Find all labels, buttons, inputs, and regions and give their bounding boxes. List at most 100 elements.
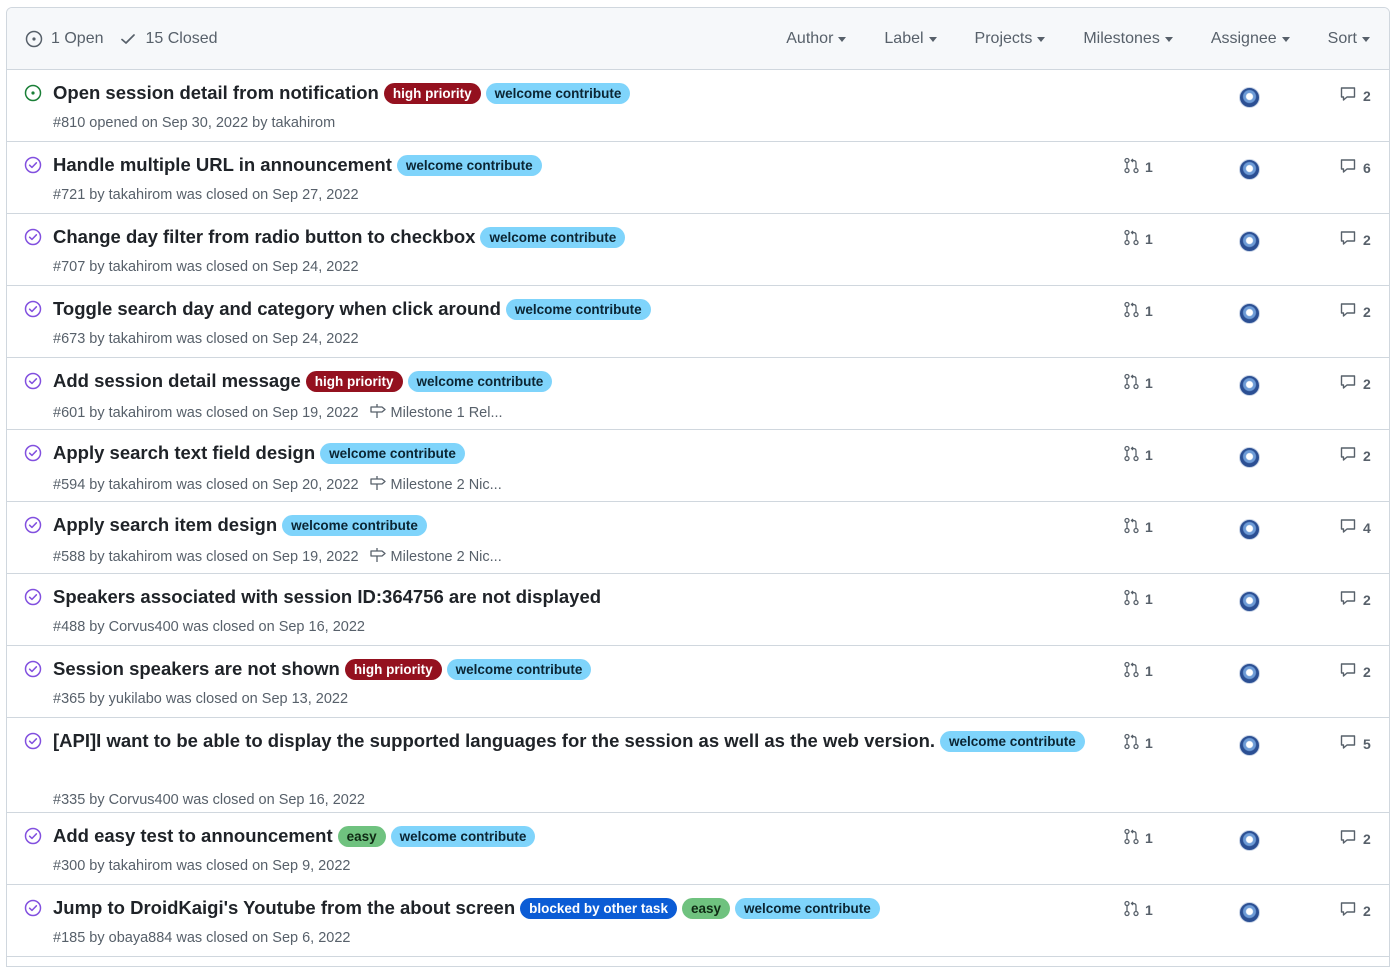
- issue-title-link[interactable]: Apply search item design: [53, 513, 277, 537]
- open-issues-tab[interactable]: 1 Open: [25, 30, 103, 48]
- issue-title-link[interactable]: Toggle search day and category when clic…: [53, 297, 501, 321]
- issue-label[interactable]: welcome contribute: [282, 514, 427, 536]
- linked-pr-count: 1: [1145, 663, 1153, 679]
- issue-closed-icon: [24, 156, 42, 179]
- comments-link[interactable]: 6: [1339, 157, 1371, 178]
- milestone-link[interactable]: Milestone 2 Nic...: [369, 547, 502, 567]
- linked-pr[interactable]: 1: [1123, 229, 1153, 249]
- comments-link[interactable]: 2: [1339, 301, 1371, 322]
- filter-label: Sort: [1327, 29, 1357, 47]
- issue-title-link[interactable]: Apply search text field design: [53, 441, 315, 465]
- issue-label[interactable]: welcome contribute: [446, 658, 592, 680]
- assignee-avatar[interactable]: [1239, 663, 1260, 684]
- assignee-avatar[interactable]: [1239, 303, 1260, 324]
- closed-count-label: 15 Closed: [145, 29, 218, 47]
- caret-down-icon: [838, 37, 847, 42]
- comments-link[interactable]: 2: [1339, 589, 1371, 610]
- milestones-filter[interactable]: Milestones: [1083, 30, 1173, 48]
- pull-request-icon: [1123, 301, 1140, 321]
- issue-meta: #673 by takahirom was closed on Sep 24, …: [53, 331, 359, 347]
- issue-meta-text: #707 by takahirom was closed on Sep 24, …: [53, 259, 359, 275]
- issue-title-line: Jump to DroidKaigi's Youtube from the ab…: [53, 896, 1093, 920]
- issue-title-line: Apply search text field design welcome co…: [53, 441, 1093, 465]
- issue-title-link[interactable]: Open session detail from notification: [53, 81, 379, 105]
- issue-title-link[interactable]: Handle multiple URL in announcement: [53, 153, 392, 177]
- assignee-avatar[interactable]: [1239, 902, 1260, 923]
- comments-link[interactable]: 2: [1339, 661, 1371, 682]
- issue-label[interactable]: welcome contribute: [735, 897, 880, 919]
- issue-label[interactable]: welcome contribute: [320, 442, 465, 464]
- issue-meta: #588 by takahirom was closed on Sep 19, …: [53, 547, 502, 567]
- issue-label[interactable]: welcome contribute: [390, 825, 536, 847]
- assignee-avatar[interactable]: [1239, 231, 1260, 252]
- comments-link[interactable]: 2: [1339, 445, 1371, 466]
- issue-title-line: Handle multiple URL in announcement welco…: [53, 153, 1093, 177]
- projects-filter[interactable]: Projects: [975, 30, 1046, 48]
- issue-title-link[interactable]: Change day filter from radio button to c…: [53, 225, 475, 249]
- comment-icon: [1339, 85, 1357, 106]
- comment-count: 4: [1363, 519, 1371, 536]
- comments-link[interactable]: 2: [1339, 229, 1371, 250]
- issue-label[interactable]: easy: [681, 897, 730, 919]
- milestone-link[interactable]: Milestone 2 Nic...: [369, 475, 502, 495]
- linked-pr[interactable]: 1: [1123, 157, 1153, 177]
- comments-link[interactable]: 2: [1339, 828, 1371, 849]
- comments-link[interactable]: 4: [1339, 517, 1371, 538]
- issue-title-link[interactable]: Session speakers are not shown: [53, 657, 340, 681]
- assignee-avatar[interactable]: [1239, 591, 1260, 612]
- milestone-icon: [369, 547, 387, 567]
- issue-label[interactable]: high priority: [344, 658, 442, 680]
- linked-pr[interactable]: 1: [1123, 373, 1153, 393]
- linked-pr[interactable]: 1: [1123, 589, 1153, 609]
- linked-pr-count: 1: [1145, 591, 1153, 607]
- comments-link[interactable]: 2: [1339, 85, 1371, 106]
- linked-pr[interactable]: 1: [1123, 828, 1153, 848]
- linked-pr[interactable]: 1: [1123, 445, 1153, 465]
- linked-pr[interactable]: 1: [1123, 661, 1153, 681]
- issue-open-icon: [25, 30, 43, 48]
- linked-pr[interactable]: 1: [1123, 517, 1153, 537]
- sort-filter[interactable]: Sort: [1328, 30, 1370, 48]
- issue-meta-text: #365 by yukilabo was closed on Sep 13, 2…: [53, 691, 349, 707]
- issue-label[interactable]: blocked by other task: [520, 897, 677, 919]
- comments-link[interactable]: 2: [1339, 900, 1371, 921]
- linked-pr[interactable]: 1: [1123, 733, 1153, 753]
- issue-meta: #810 opened on Sep 30, 2022 by takahirom: [53, 115, 335, 131]
- assignee-filter[interactable]: Assignee: [1211, 30, 1290, 48]
- issue-label[interactable]: welcome contribute: [480, 226, 626, 248]
- issue-label[interactable]: high priority: [383, 82, 481, 104]
- pull-request-icon: [1123, 445, 1140, 465]
- assignee-avatar[interactable]: [1239, 87, 1260, 108]
- assignee-avatar[interactable]: [1239, 159, 1260, 180]
- assignee-avatar[interactable]: [1239, 375, 1260, 396]
- issue-title-link[interactable]: Add session detail message: [53, 369, 301, 393]
- milestone-link[interactable]: Milestone 1 Rel...: [369, 403, 503, 423]
- issue-label[interactable]: easy: [337, 825, 386, 847]
- issue-title-line: Speakers associated with session ID:3647…: [53, 585, 1093, 609]
- assignee-avatar[interactable]: [1239, 830, 1260, 851]
- issue-row: [API]I want to be able to display the su…: [7, 718, 1389, 813]
- issue-row: Apply search text field design welcome co…: [7, 430, 1389, 502]
- issue-label[interactable]: high priority: [305, 370, 403, 392]
- linked-pr[interactable]: 1: [1123, 900, 1153, 920]
- closed-issues-tab[interactable]: 15 Closed: [119, 29, 218, 48]
- issue-label[interactable]: welcome contribute: [407, 370, 553, 392]
- issue-label[interactable]: welcome contribute: [940, 730, 1085, 752]
- issue-title-line: Session speakers are not shown high prior…: [53, 657, 1093, 681]
- issue-title-link[interactable]: Speakers associated with session ID:3647…: [53, 585, 601, 609]
- author-filter[interactable]: Author: [786, 30, 847, 48]
- linked-pr[interactable]: 1: [1123, 301, 1153, 321]
- issue-label[interactable]: welcome contribute: [396, 154, 542, 176]
- issue-row: Session speakers are not shown high prior…: [7, 646, 1389, 718]
- comments-link[interactable]: 2: [1339, 373, 1371, 394]
- issue-title-link[interactable]: Add easy test to announcement: [53, 824, 333, 848]
- issue-label[interactable]: welcome contribute: [485, 82, 631, 104]
- issue-title-link[interactable]: [API]I want to be able to display the su…: [53, 729, 935, 753]
- assignee-avatar[interactable]: [1239, 735, 1260, 756]
- assignee-avatar[interactable]: [1239, 519, 1260, 540]
- label-filter[interactable]: Label: [884, 30, 937, 48]
- comments-link[interactable]: 5: [1339, 733, 1371, 754]
- issue-label[interactable]: welcome contribute: [505, 298, 651, 320]
- assignee-avatar[interactable]: [1239, 447, 1260, 468]
- issue-title-link[interactable]: Jump to DroidKaigi's Youtube from the ab…: [53, 896, 515, 920]
